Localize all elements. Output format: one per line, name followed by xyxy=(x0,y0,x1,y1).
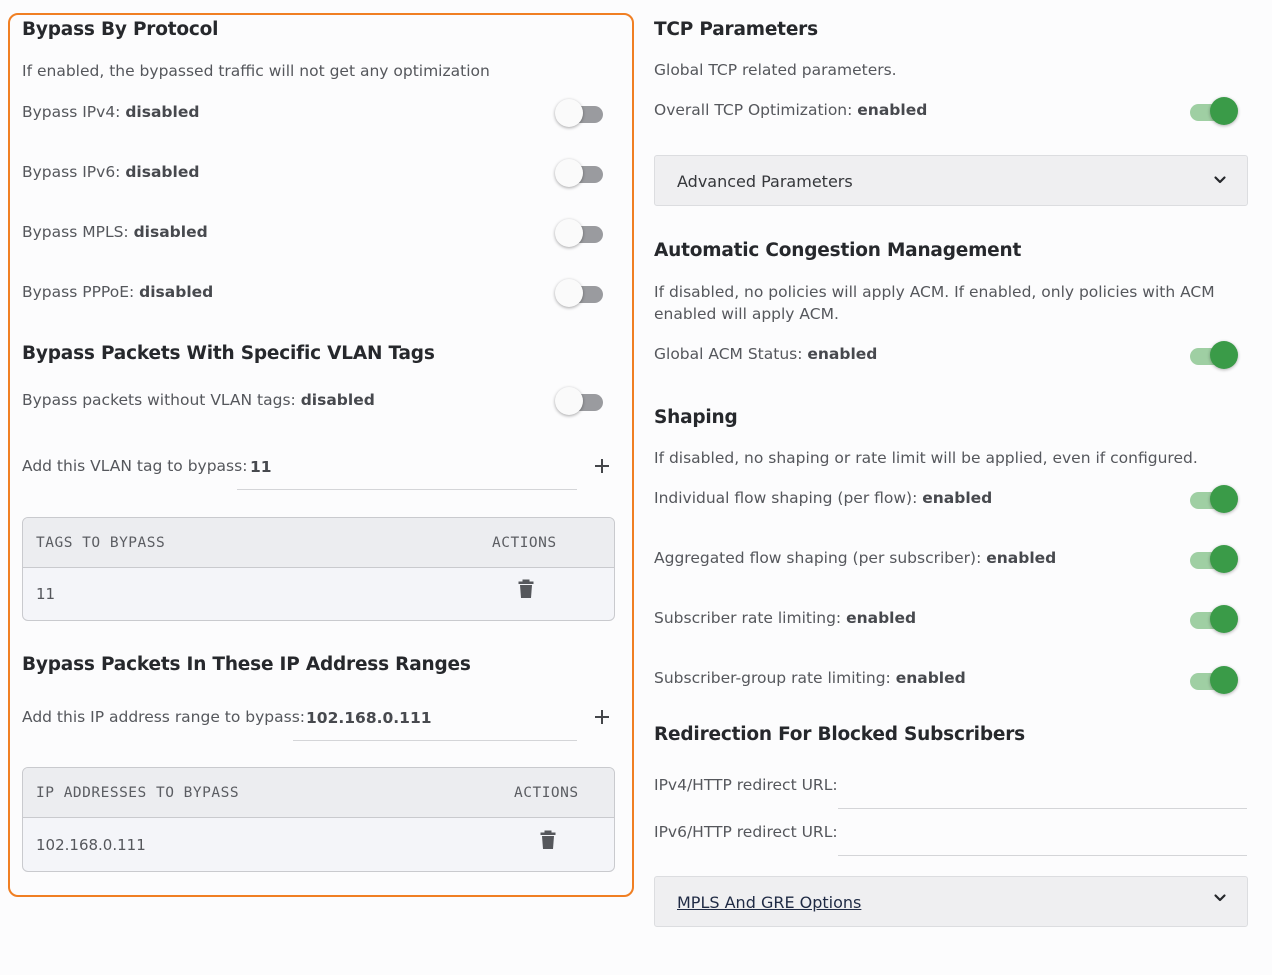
tcp-parameters-title: TCP Parameters xyxy=(654,19,818,40)
vlan-tags-table-header: TAGS TO BYPASS ACTIONS xyxy=(23,518,614,568)
aggregated-shaping-status: enabled xyxy=(986,549,1057,567)
acm-title: Automatic Congestion Management xyxy=(654,240,1022,261)
shaping-title: Shaping xyxy=(654,407,738,428)
flow-shaping-toggle[interactable] xyxy=(1186,485,1238,513)
delete-ip-range-trash-icon[interactable] xyxy=(540,830,556,850)
acm-status-toggle[interactable] xyxy=(1186,341,1238,369)
acm-status-label: Global ACM Status: xyxy=(654,345,808,363)
advanced-parameters-label: Advanced Parameters xyxy=(677,172,853,191)
flow-shaping-row: Individual flow shaping (per flow): enab… xyxy=(654,489,992,507)
bypass-mpls-row: Bypass MPLS: disabled xyxy=(22,223,208,241)
tcp-optimization-label: Overall TCP Optimization: xyxy=(654,101,858,119)
bypass-no-vlan-label: Bypass packets without VLAN tags: xyxy=(22,391,301,409)
flow-shaping-status: enabled xyxy=(922,489,993,507)
ip-ranges-table-header: IP ADDRESSES TO BYPASS ACTIONS xyxy=(23,768,614,818)
ipv6-redirect-label: IPv6/HTTP redirect URL: xyxy=(654,823,838,841)
ipv4-redirect-underline xyxy=(838,808,1247,809)
bypass-ipv6-label: Bypass IPv6: xyxy=(22,163,126,181)
acm-description: If disabled, no policies will apply ACM.… xyxy=(654,283,1215,323)
ipv4-redirect-url-input[interactable] xyxy=(838,774,1247,798)
bypass-pppoe-status: disabled xyxy=(139,283,214,301)
ipv6-redirect-url-input[interactable] xyxy=(838,821,1247,845)
delete-vlan-trash-icon[interactable] xyxy=(518,579,534,599)
group-rate-limiting-status: enabled xyxy=(895,669,966,687)
tcp-optimization-row: Overall TCP Optimization: enabled xyxy=(654,101,927,119)
ip-range-add-label: Add this IP address range to bypass: xyxy=(22,708,306,726)
bypass-mpls-toggle[interactable] xyxy=(555,219,607,247)
vlan-tag-cell: 11 xyxy=(36,585,56,603)
aggregated-shaping-row: Aggregated flow shaping (per subscriber)… xyxy=(654,549,1056,567)
subscriber-rate-limiting-status: enabled xyxy=(846,609,917,627)
bypass-mpls-status: disabled xyxy=(133,223,208,241)
bypass-by-protocol-description: If enabled, the bypassed traffic will no… xyxy=(22,62,490,80)
bypass-ipv4-status: disabled xyxy=(125,103,200,121)
flow-shaping-label: Individual flow shaping (per flow): xyxy=(654,489,923,507)
ip-range-input-underline xyxy=(293,740,577,741)
ip-addresses-header: IP ADDRESSES TO BYPASS xyxy=(36,785,240,801)
acm-status-row: Global ACM Status: enabled xyxy=(654,345,877,363)
ip-actions-header: ACTIONS xyxy=(514,785,579,801)
vlan-add-label: Add this VLAN tag to bypass: xyxy=(22,457,248,475)
advanced-parameters-accordion[interactable]: Advanced Parameters xyxy=(654,155,1248,206)
aggregated-shaping-label: Aggregated flow shaping (per subscriber)… xyxy=(654,549,987,567)
bypass-ipv6-row: Bypass IPv6: disabled xyxy=(22,163,199,181)
bypass-pppoe-toggle[interactable] xyxy=(555,279,607,307)
chevron-down-icon xyxy=(1214,176,1226,184)
bypass-by-protocol-title: Bypass By Protocol xyxy=(22,19,219,40)
bypass-pppoe-label: Bypass PPPoE: xyxy=(22,283,140,301)
bypass-ipv6-status: disabled xyxy=(125,163,200,181)
vlan-actions-header: ACTIONS xyxy=(492,535,557,551)
add-vlan-plus-icon[interactable] xyxy=(592,456,612,476)
group-rate-limiting-label: Subscriber-group rate limiting: xyxy=(654,669,896,687)
aggregated-shaping-toggle[interactable] xyxy=(1186,545,1238,573)
tcp-optimization-toggle[interactable] xyxy=(1186,97,1238,125)
subscriber-rate-limiting-row: Subscriber rate limiting: enabled xyxy=(654,609,916,627)
bypass-settings-panel: Bypass By Protocol If enabled, the bypas… xyxy=(8,13,634,897)
subscriber-rate-limiting-toggle[interactable] xyxy=(1186,605,1238,633)
tcp-optimization-status: enabled xyxy=(857,101,928,119)
bypass-ipv4-toggle[interactable] xyxy=(555,99,607,127)
vlan-tags-table: TAGS TO BYPASS ACTIONS 11 xyxy=(22,517,615,621)
bypass-ipv4-row: Bypass IPv4: disabled xyxy=(22,103,199,121)
bypass-ipv6-toggle[interactable] xyxy=(555,159,607,187)
shaping-description: If disabled, no shaping or rate limit wi… xyxy=(654,449,1198,467)
tags-to-bypass-header: TAGS TO BYPASS xyxy=(36,535,166,551)
vlan-section-title: Bypass Packets With Specific VLAN Tags xyxy=(22,343,435,364)
general-settings-panel: TCP Parameters Global TCP related parame… xyxy=(654,0,1248,975)
ip-range-input[interactable] xyxy=(293,706,577,730)
bypass-mpls-label: Bypass MPLS: xyxy=(22,223,134,241)
bypass-no-vlan-status: disabled xyxy=(300,391,375,409)
bypass-ipv4-label: Bypass IPv4: xyxy=(22,103,126,121)
mpls-gre-options-accordion[interactable]: MPLS And GRE Options xyxy=(654,876,1248,927)
ip-ranges-section-title: Bypass Packets In These IP Address Range… xyxy=(22,654,471,675)
group-rate-limiting-row: Subscriber-group rate limiting: enabled xyxy=(654,669,966,687)
ip-address-cell: 102.168.0.111 xyxy=(36,836,146,854)
mpls-gre-options-label[interactable]: MPLS And GRE Options xyxy=(677,893,861,912)
vlan-tag-input-underline xyxy=(237,489,577,490)
acm-status-value: enabled xyxy=(807,345,878,363)
tcp-parameters-description: Global TCP related parameters. xyxy=(654,61,897,79)
ip-ranges-table: IP ADDRESSES TO BYPASS ACTIONS 102.168.0… xyxy=(22,767,615,872)
bypass-no-vlan-toggle[interactable] xyxy=(555,387,607,415)
add-ip-range-plus-icon[interactable] xyxy=(592,707,612,727)
bypass-pppoe-row: Bypass PPPoE: disabled xyxy=(22,283,213,301)
ipv6-redirect-underline xyxy=(838,855,1247,856)
vlan-tag-input[interactable] xyxy=(237,455,577,479)
group-rate-limiting-toggle[interactable] xyxy=(1186,666,1238,694)
ipv4-redirect-label: IPv4/HTTP redirect URL: xyxy=(654,776,838,794)
redirection-title: Redirection For Blocked Subscribers xyxy=(654,724,1025,745)
chevron-down-icon xyxy=(1214,894,1226,902)
subscriber-rate-limiting-label: Subscriber rate limiting: xyxy=(654,609,847,627)
bypass-no-vlan-row: Bypass packets without VLAN tags: disabl… xyxy=(22,391,375,409)
